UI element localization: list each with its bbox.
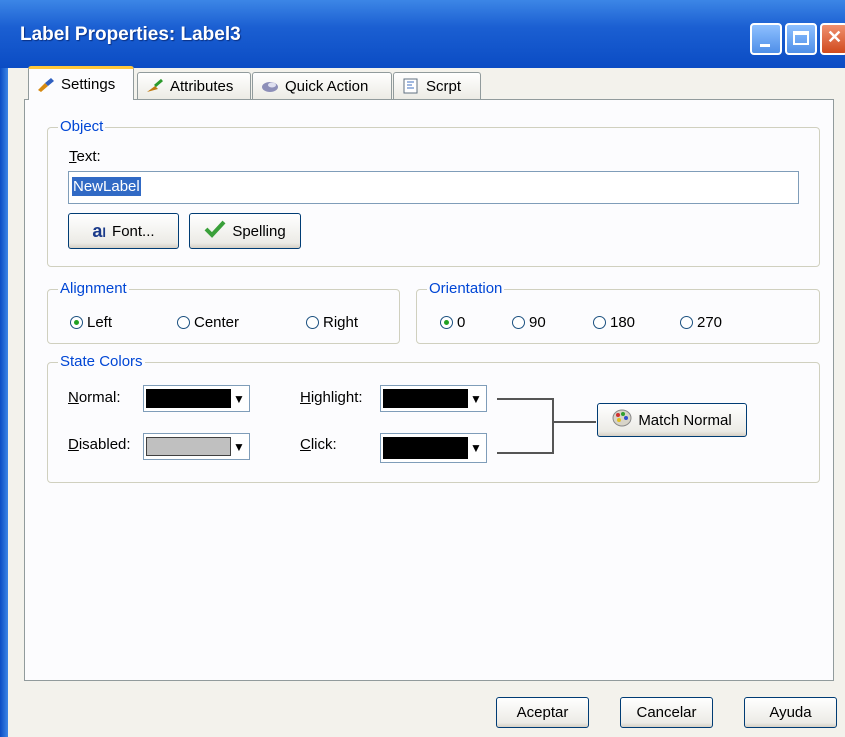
minimize-button[interactable] [750, 23, 782, 55]
tab-label: Attributes [170, 77, 234, 95]
help-button-label: Ayuda [769, 704, 812, 721]
tab-label: Settings [61, 76, 116, 93]
bracket-connector [497, 398, 596, 454]
radio-label: Center [194, 314, 240, 331]
help-button[interactable]: Ayuda [744, 697, 837, 728]
radio-circle [593, 316, 606, 329]
state-colors-legend: State Colors [58, 353, 145, 370]
script-icon [402, 78, 420, 94]
radio-circle [177, 316, 190, 329]
tab-attributes[interactable]: Attributes [137, 72, 251, 99]
disabled-color-combo[interactable]: ▼ [143, 433, 250, 460]
normal-label: Normal: [68, 389, 121, 406]
orientation-legend: Orientation [427, 280, 505, 297]
ok-button-label: Aceptar [516, 704, 569, 721]
text-input[interactable]: NewLabel [68, 171, 799, 204]
window-title: Label Properties: Label3 [20, 24, 241, 45]
tab-label: Quick Action [285, 77, 369, 95]
quick-action-icon [261, 78, 279, 94]
orientation-180-radio[interactable]: 180 [593, 314, 635, 331]
palette-icon [612, 409, 632, 431]
attributes-icon [146, 78, 164, 94]
checkmark-icon [204, 220, 226, 242]
ok-button[interactable]: Aceptar [496, 697, 589, 728]
text-input-value: NewLabel [72, 177, 141, 196]
radio-label: 0 [457, 314, 466, 331]
tab-quick-action[interactable]: Quick Action [252, 72, 392, 99]
chevron-down-icon: ▼ [470, 391, 482, 406]
normal-color-swatch [146, 389, 231, 408]
chevron-down-icon: ▼ [233, 391, 245, 406]
spelling-button[interactable]: Spelling [189, 213, 301, 249]
radio-circle [680, 316, 693, 329]
match-normal-button[interactable]: Match Normal [597, 403, 747, 437]
cancel-button[interactable]: Cancelar [620, 697, 713, 728]
font-button-label: Font... [112, 222, 155, 240]
tab-script[interactable]: Scrpt [393, 72, 481, 99]
close-button[interactable] [820, 23, 845, 55]
window-frame-right [839, 68, 845, 737]
tab-label: Scrpt [426, 77, 462, 95]
font-icon: al [92, 220, 107, 241]
click-color-combo[interactable]: ▼ [380, 433, 487, 463]
disabled-label: Disabled: [68, 436, 131, 453]
orientation-90-radio[interactable]: 90 [512, 314, 546, 331]
maximize-button[interactable] [785, 23, 817, 55]
alignment-left-radio[interactable]: Left [70, 314, 112, 331]
radio-label: Right [323, 314, 359, 331]
match-normal-label: Match Normal [638, 411, 732, 429]
disabled-color-swatch [146, 437, 231, 456]
radio-circle [440, 316, 453, 329]
normal-color-combo[interactable]: ▼ [143, 385, 250, 412]
radio-label: 180 [610, 314, 636, 331]
text-label: Text: [69, 148, 101, 165]
click-color-swatch [383, 437, 468, 459]
radio-label: 90 [529, 314, 546, 331]
spelling-button-label: Spelling [232, 222, 286, 240]
brush-icon [37, 77, 55, 93]
chevron-down-icon: ▼ [233, 439, 245, 454]
tab-settings[interactable]: Settings [28, 66, 134, 100]
orientation-0-radio[interactable]: 0 [440, 314, 465, 331]
radio-label: Left [87, 314, 113, 331]
alignment-right-radio[interactable]: Right [306, 314, 358, 331]
alignment-center-radio[interactable]: Center [177, 314, 239, 331]
radio-circle [70, 316, 83, 329]
highlight-color-swatch [383, 389, 468, 408]
orientation-270-radio[interactable]: 270 [680, 314, 722, 331]
font-button[interactable]: al Font... [68, 213, 179, 249]
highlight-label: Highlight: [300, 389, 363, 406]
click-label: Click: [300, 436, 337, 453]
radio-circle [306, 316, 319, 329]
radio-label: 270 [697, 314, 723, 331]
alignment-legend: Alignment [58, 280, 129, 297]
radio-circle [512, 316, 525, 329]
cancel-button-label: Cancelar [636, 704, 697, 721]
chevron-down-icon: ▼ [470, 441, 482, 455]
object-legend: Object [58, 118, 106, 135]
highlight-color-combo[interactable]: ▼ [380, 385, 487, 412]
window-frame-left [0, 68, 8, 737]
